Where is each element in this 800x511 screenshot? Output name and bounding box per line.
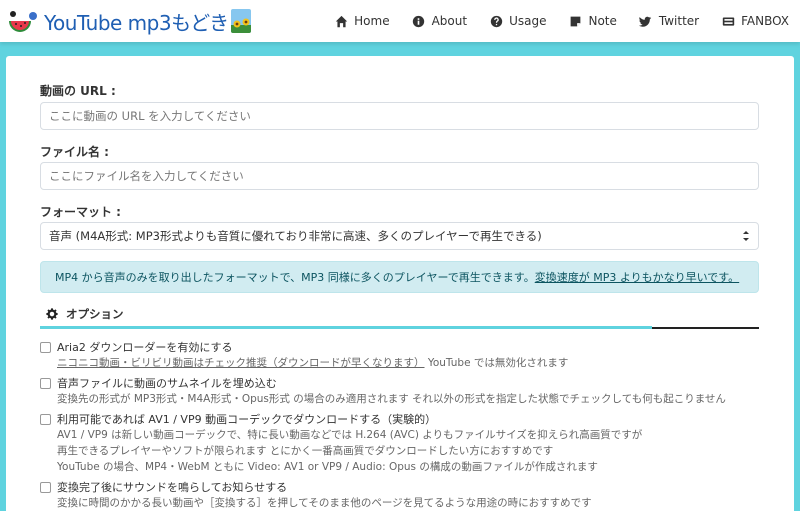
filename-label: ファイル名 :	[40, 145, 109, 159]
note-icon	[568, 14, 582, 28]
twitter-icon	[639, 14, 653, 28]
url-input[interactable]	[40, 102, 759, 130]
nav-twitter[interactable]: Twitter	[628, 0, 710, 42]
av1-vp9-checkbox[interactable]	[40, 413, 51, 425]
option-thumbnail: 音声ファイルに動画のサムネイルを埋め込む 変換先の形式が MP3形式・M4A形式…	[40, 375, 760, 407]
logo-text: YouTube mp3もどき	[44, 10, 229, 35]
main-nav: Home About Usage Note Twitter FANBOX	[323, 0, 800, 42]
option-av1-vp9: 利用可能であれば AV1 / VP9 動画コーデックでダウンロードする（実験的）…	[40, 411, 760, 475]
nav-note-label: Note	[588, 14, 617, 28]
option-sound-notify: 変換完了後にサウンドを鳴らしてお知らせする 変換に時間のかかる長い動画や［変換す…	[40, 479, 760, 511]
nav-usage-label: Usage	[509, 14, 547, 28]
option-desc-text: YouTube では無効化されます	[424, 357, 569, 369]
home-icon	[334, 14, 348, 28]
format-label: フォーマット :	[40, 205, 121, 219]
fanbox-icon	[721, 14, 735, 28]
question-circle-icon	[489, 14, 503, 28]
option-desc-line: 再生できるプレイヤーやソフトが限られます とにかく一番高画質でダウンロードしたい…	[57, 445, 554, 457]
nav-note[interactable]: Note	[557, 0, 627, 42]
converter-card: 動画の URL : ファイル名 : フォーマット : 音声 (M4A形式: MP…	[6, 56, 794, 511]
format-info-alert: MP4 から音声のみを取り出したフォーマットで、MP3 同様に多くのプレイヤーで…	[40, 261, 759, 293]
info-text: MP4 から音声のみを取り出したフォーマットで、MP3 同様に多くのプレイヤーで…	[55, 271, 535, 284]
option-title: 音声ファイルに動画のサムネイルを埋め込む	[57, 377, 277, 390]
option-desc-line: YouTube の場合、MP4・WebM ともに Video: AV1 or V…	[57, 461, 598, 473]
info-circle-icon	[412, 14, 426, 28]
format-selected-value: 音声 (M4A形式: MP3形式よりも音質に優れており非常に高速、多くのプレイヤ…	[49, 229, 542, 243]
nav-about[interactable]: About	[401, 0, 478, 42]
sound-notify-checkbox[interactable]	[40, 481, 51, 493]
option-aria2: Aria2 ダウンローダーを有効にする ニコニコ動画・ビリビリ動画はチェック推奨…	[40, 339, 760, 371]
nav-about-label: About	[431, 14, 468, 28]
option-desc: 変換先の形式が MP3形式・M4A形式・Opus形式 の場合のみ適用されます そ…	[57, 393, 726, 405]
sunflower-logo-icon	[230, 9, 251, 33]
nav-home[interactable]: Home	[323, 0, 400, 42]
format-select[interactable]: 音声 (M4A形式: MP3形式よりも音質に優れており非常に高速、多くのプレイヤ…	[40, 222, 759, 250]
navbar: YouTube mp3もどき Home About Usage Note Twi…	[0, 0, 800, 42]
option-title: 利用可能であれば AV1 / VP9 動画コーデックでダウンロードする（実験的）	[57, 413, 437, 426]
info-link[interactable]: 変換速度が MP3 よりもかなり早いです。	[535, 269, 739, 285]
option-desc-underlined: ニコニコ動画・ビリビリ動画はチェック推奨（ダウンロードが早くなります）	[57, 357, 425, 369]
filename-input[interactable]	[40, 162, 759, 190]
tab-underline	[652, 327, 759, 329]
options-tab-bar: オプション	[40, 301, 759, 329]
option-desc: 変換に時間のかかる長い動画や［変換する］を押してそのまま他のページを見てるような…	[57, 497, 592, 509]
aria2-checkbox[interactable]	[40, 341, 51, 353]
select-arrows-icon	[743, 231, 749, 241]
nav-fanbox[interactable]: FANBOX	[710, 0, 800, 42]
site-logo[interactable]: YouTube mp3もどき	[6, 5, 251, 37]
nav-fanbox-label: FANBOX	[741, 14, 789, 28]
nav-usage[interactable]: Usage	[478, 0, 557, 42]
watermelon-logo-icon	[6, 7, 40, 35]
option-title: 変換完了後にサウンドを鳴らしてお知らせする	[57, 481, 288, 494]
tab-active-underline	[40, 326, 652, 329]
nav-home-label: Home	[354, 14, 390, 28]
gear-icon	[46, 308, 58, 320]
tab-options[interactable]: オプション	[40, 301, 124, 327]
tab-options-label: オプション	[66, 307, 124, 321]
option-desc: ニコニコ動画・ビリビリ動画はチェック推奨（ダウンロードが早くなります） YouT…	[40, 355, 760, 371]
option-desc-line: AV1 / VP9 は新しい動画コーデックで、特に長い動画などでは H.264 …	[57, 429, 643, 441]
url-label: 動画の URL :	[40, 84, 116, 98]
thumbnail-checkbox[interactable]	[40, 377, 51, 389]
nav-twitter-label: Twitter	[658, 14, 700, 28]
option-title: Aria2 ダウンローダーを有効にする	[57, 341, 233, 354]
